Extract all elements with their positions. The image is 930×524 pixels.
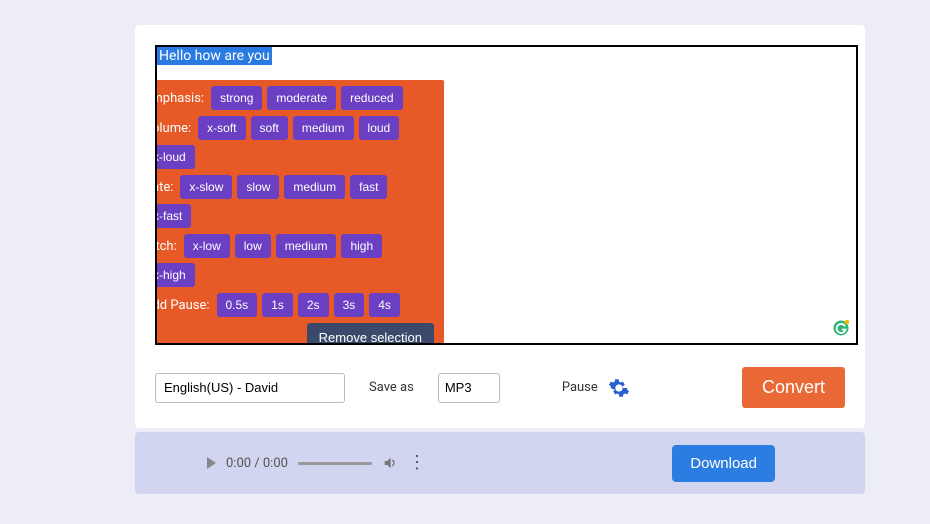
download-button[interactable]: Download — [672, 445, 775, 482]
convert-button[interactable]: Convert — [742, 367, 845, 408]
volume-xsoft-button[interactable]: x-soft — [198, 116, 245, 140]
pitch-medium-button[interactable]: medium — [276, 234, 337, 258]
volume-loud-button[interactable]: loud — [359, 116, 400, 140]
grammarly-icon[interactable] — [832, 319, 850, 337]
selected-text: Hello how are you — [157, 47, 272, 65]
audio-player: 0:00 / 0:00 ⋮ — [207, 454, 426, 472]
pause-1s-button[interactable]: 1s — [262, 293, 293, 317]
volume-soft-button[interactable]: soft — [251, 116, 288, 140]
emphasis-strong-button[interactable]: strong — [211, 86, 262, 110]
rate-row: Rate: x-slow slow medium fast x-fast — [155, 175, 436, 228]
add-pause-label: Add Pause: — [155, 298, 210, 313]
pitch-high-button[interactable]: high — [341, 234, 382, 258]
more-menu-icon[interactable]: ⋮ — [408, 454, 426, 472]
pause-row: Add Pause: 0.5s 1s 2s 3s 4s — [155, 293, 436, 317]
player-bar: 0:00 / 0:00 ⋮ Download — [135, 432, 865, 494]
play-icon[interactable] — [207, 457, 216, 469]
pause-05s-button[interactable]: 0.5s — [217, 293, 258, 317]
remove-row: Remove selection — [155, 323, 436, 345]
pitch-xlow-button[interactable]: x-low — [184, 234, 230, 258]
rate-label: Rate: — [155, 180, 173, 195]
volume-label: Volume: — [155, 121, 191, 136]
playback-time: 0:00 / 0:00 — [226, 456, 288, 471]
format-select[interactable] — [438, 373, 500, 403]
ssml-toolbox: Emphasis: strong moderate reduced Volume… — [155, 80, 444, 345]
text-editor[interactable]: Hello how are you Emphasis: strong moder… — [155, 45, 858, 345]
pitch-row: Pitch: x-low low medium high x-high — [155, 234, 436, 287]
pause-2s-button[interactable]: 2s — [298, 293, 329, 317]
volume-row: Volume: x-soft soft medium loud x-loud — [155, 116, 436, 169]
voice-select[interactable] — [155, 373, 345, 403]
remove-selection-button[interactable]: Remove selection — [307, 323, 434, 345]
emphasis-row: Emphasis: strong moderate reduced — [155, 86, 436, 110]
emphasis-moderate-button[interactable]: moderate — [267, 86, 336, 110]
rate-xslow-button[interactable]: x-slow — [180, 175, 232, 199]
rate-medium-button[interactable]: medium — [284, 175, 345, 199]
volume-icon[interactable] — [382, 455, 398, 471]
volume-medium-button[interactable]: medium — [293, 116, 354, 140]
rate-slow-button[interactable]: slow — [237, 175, 279, 199]
pause-4s-button[interactable]: 4s — [369, 293, 400, 317]
pitch-label: Pitch: — [155, 239, 177, 254]
emphasis-reduced-button[interactable]: reduced — [341, 86, 402, 110]
pitch-low-button[interactable]: low — [235, 234, 271, 258]
volume-xloud-button[interactable]: x-loud — [155, 145, 195, 169]
gear-icon[interactable] — [608, 377, 630, 399]
rate-fast-button[interactable]: fast — [350, 175, 387, 199]
progress-track[interactable] — [298, 462, 372, 465]
pause-settings-label: Pause — [562, 380, 598, 395]
tts-card: Hello how are you Emphasis: strong moder… — [135, 25, 865, 428]
rate-xfast-button[interactable]: x-fast — [155, 204, 191, 228]
controls-row: Save as Pause Convert — [155, 367, 845, 408]
emphasis-label: Emphasis: — [155, 91, 204, 106]
pause-3s-button[interactable]: 3s — [334, 293, 365, 317]
pitch-xhigh-button[interactable]: x-high — [155, 263, 195, 287]
saveas-label: Save as — [369, 380, 414, 395]
